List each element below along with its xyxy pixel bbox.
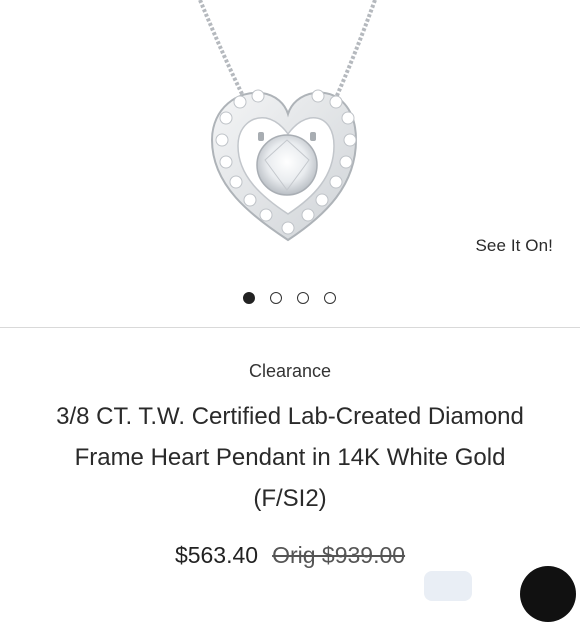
price-row: $563.40 Orig $939.00 [0,542,580,569]
original-price: Orig $939.00 [272,542,406,568]
floating-action-button[interactable] [520,566,576,622]
sale-price: $563.40 [174,542,259,568]
floating-pill-button[interactable] [424,571,472,601]
product-image[interactable]: See It On! [0,0,580,280]
carousel-pagination [0,292,580,308]
product-title-line-3: (F/SI2) [253,485,327,512]
product-title-line-1: 3/8 CT. T.W. Certified Lab-Created Diamo… [56,403,524,430]
chain-right [333,0,377,101]
carousel-dot-2[interactable] [270,292,282,304]
chain-left [198,0,247,101]
carousel-dot-3[interactable] [297,292,309,304]
carousel-dot-1[interactable] [243,292,255,304]
clearance-badge: Clearance [248,361,332,381]
product-title: 3/8 CT. T.W. Certified Lab-Created Diamo… [10,396,570,519]
carousel-dot-4[interactable] [324,292,336,304]
see-it-on-link[interactable]: See It On! [475,236,553,256]
product-title-line-2: Frame Heart Pendant in 14K White Gold [74,444,506,471]
section-divider [0,327,580,328]
center-diamond [256,134,318,196]
